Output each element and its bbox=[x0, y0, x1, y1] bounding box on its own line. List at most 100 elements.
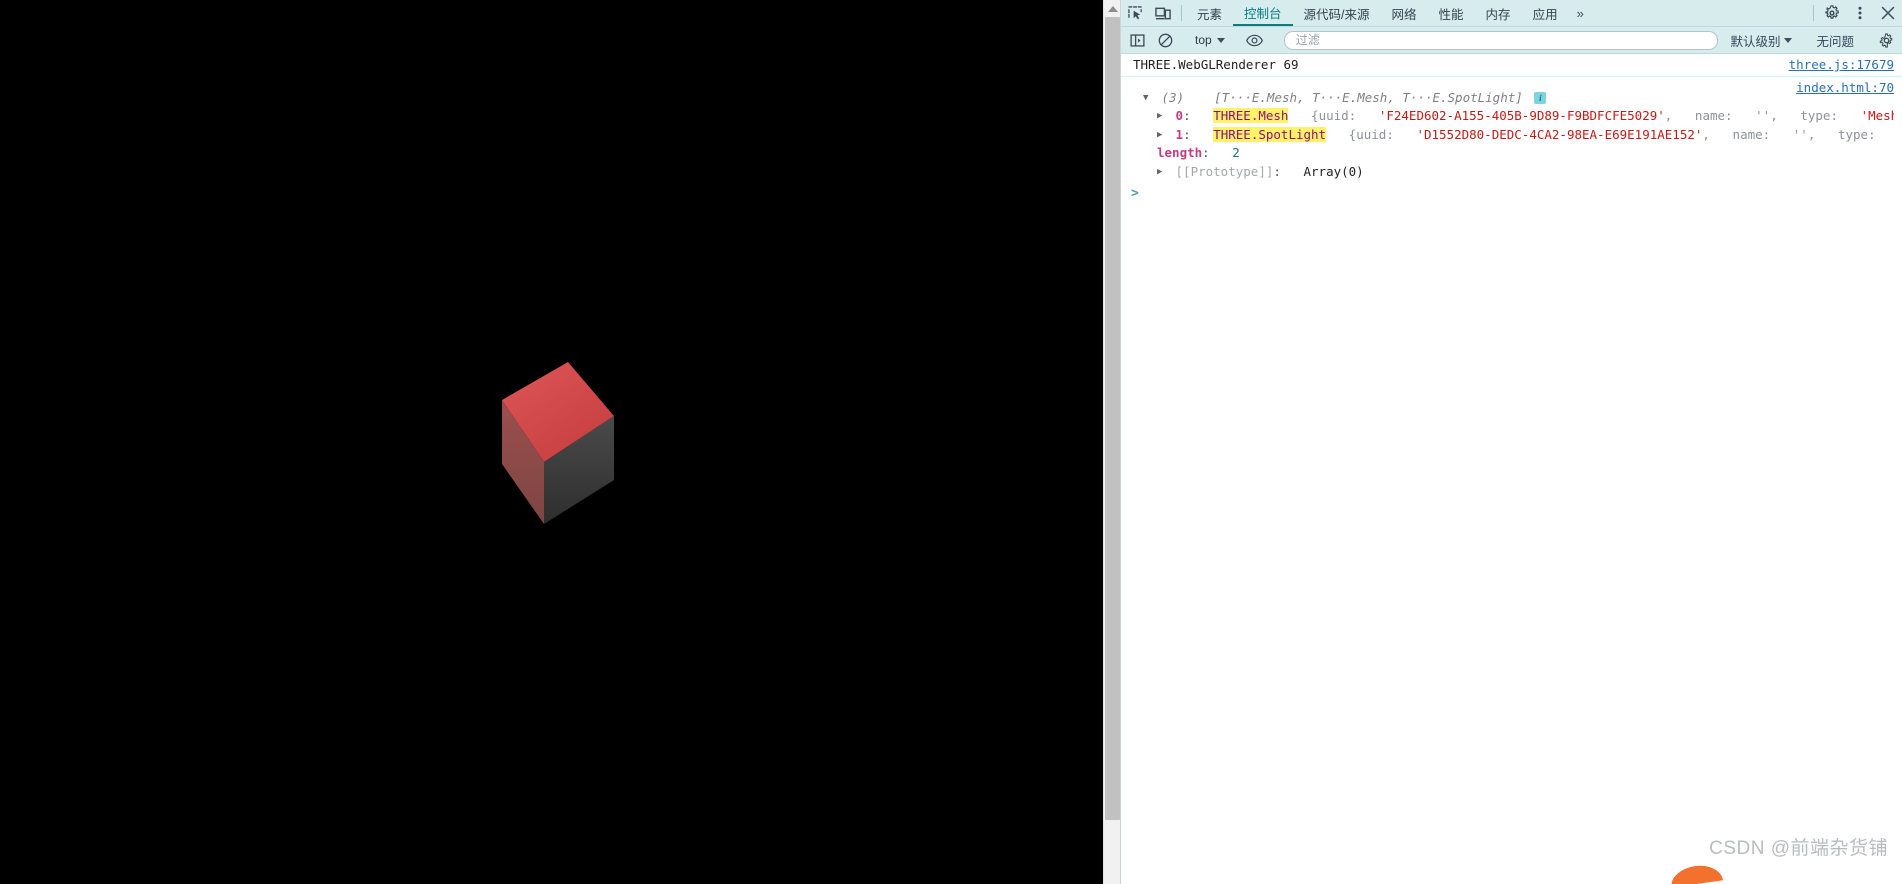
tab-network-label: 网络 bbox=[1391, 7, 1417, 22]
tab-elements[interactable]: 元素 bbox=[1186, 0, 1233, 26]
device-toolbar-icon[interactable] bbox=[1149, 0, 1177, 26]
console-message-list[interactable]: THREE.WebGLRenderer 69 three.js:17679 in… bbox=[1121, 54, 1902, 884]
object-brace: { bbox=[1311, 108, 1319, 123]
csdn-watermark: CSDN @前端杂货铺 bbox=[1709, 838, 1888, 859]
length-key: length bbox=[1157, 145, 1203, 160]
prop-value-type: 'Mesh' bbox=[1860, 108, 1894, 123]
console-prompt-row[interactable]: > bbox=[1121, 181, 1902, 204]
prototype-key: [[Prototype]] bbox=[1175, 163, 1274, 179]
three-js-cube bbox=[488, 352, 668, 562]
more-tabs-chevron-icon[interactable]: » bbox=[1569, 0, 1592, 26]
prop-key-uuid: uuid bbox=[1356, 126, 1387, 142]
console-filter-box[interactable] bbox=[1283, 30, 1719, 50]
page-scrollbar[interactable] bbox=[1103, 0, 1121, 884]
prop-key-type: type bbox=[1800, 108, 1831, 123]
tab-console[interactable]: 控制台 bbox=[1233, 0, 1293, 26]
decorative-orange-shape bbox=[1669, 862, 1723, 884]
array-prototype-row[interactable]: ▶ [[Prototype]]: Array(0) bbox=[1133, 163, 1894, 182]
object-class-name: THREE.Mesh bbox=[1213, 108, 1289, 123]
device-mode-icon bbox=[1155, 7, 1171, 19]
tab-elements-label: 元素 bbox=[1197, 7, 1223, 22]
clear-console-icon[interactable] bbox=[1151, 33, 1179, 48]
console-array-group[interactable]: index.html:70 ▼ (3) [T···E.Mesh, T···E.M… bbox=[1121, 77, 1902, 182]
inspect-element-icon[interactable] bbox=[1121, 0, 1149, 26]
more-tabs-label: » bbox=[1576, 5, 1584, 21]
gear-icon[interactable] bbox=[1818, 0, 1846, 26]
log-level-label: 默认级别 bbox=[1730, 34, 1781, 49]
page-viewport bbox=[0, 0, 1121, 884]
prototype-value: Array(0) bbox=[1303, 163, 1364, 179]
tabbar-divider bbox=[1181, 5, 1182, 21]
console-message-row[interactable]: THREE.WebGLRenderer 69 three.js:17679 bbox=[1121, 54, 1902, 77]
tab-performance-label: 性能 bbox=[1438, 7, 1464, 22]
tab-network[interactable]: 网络 bbox=[1381, 0, 1428, 26]
array-index: 1 bbox=[1175, 126, 1184, 142]
devtools-panel: 元素 控制台 源代码/来源 网络 性能 内存 应用 » top 过滤 默认级别 … bbox=[1120, 0, 1902, 884]
console-toolbar: top 默认级别 无问题 bbox=[1121, 27, 1902, 54]
filter-input[interactable] bbox=[1293, 32, 1709, 48]
expand-twisty-icon[interactable]: ▼ bbox=[1143, 93, 1154, 103]
tab-application[interactable]: 应用 bbox=[1522, 0, 1569, 26]
console-message-text: THREE.WebGLRenderer 69 bbox=[1133, 57, 1299, 72]
issues-status[interactable]: 无问题 bbox=[1807, 31, 1863, 50]
prop-value-uuid: 'D1552D80-DEDC-4CA2-98EA-E69E191AE152' bbox=[1416, 126, 1703, 142]
live-expression-eye-icon[interactable] bbox=[1241, 34, 1269, 47]
tab-sources-label: 源代码/来源 bbox=[1303, 7, 1370, 22]
prop-key-name: name bbox=[1694, 108, 1726, 123]
expand-twisty-icon[interactable]: ▶ bbox=[1157, 112, 1168, 121]
console-sidebar-icon[interactable] bbox=[1123, 33, 1151, 48]
prop-value-name: '' bbox=[1792, 126, 1808, 142]
info-badge-icon[interactable]: i bbox=[1534, 92, 1547, 104]
array-header-row[interactable]: ▼ (3) [T···E.Mesh, T···E.Mesh, T···E.Spo… bbox=[1133, 82, 1894, 108]
close-icon[interactable] bbox=[1874, 0, 1902, 26]
webgl-canvas[interactable] bbox=[0, 0, 1120, 884]
show-console-sidebar-icon bbox=[1129, 33, 1145, 47]
execution-context-label: top bbox=[1195, 33, 1212, 47]
tab-memory-label: 内存 bbox=[1485, 7, 1511, 22]
console-settings-gear-icon[interactable] bbox=[1872, 32, 1900, 48]
chevron-down-icon bbox=[1216, 37, 1225, 43]
cube-svg bbox=[502, 362, 614, 524]
settings-gear-icon bbox=[1825, 5, 1839, 19]
array-entry-row[interactable]: ▶ 1: THREE.SpotLight {uuid: 'D1552D80-DE… bbox=[1133, 126, 1894, 145]
console-prompt-chevron-icon: > bbox=[1131, 186, 1139, 201]
array-count: (3) bbox=[1161, 89, 1185, 105]
expand-twisty-icon[interactable]: ▶ bbox=[1157, 167, 1168, 177]
tabbar-divider-right bbox=[1813, 5, 1814, 21]
prop-key-uuid: uuid bbox=[1318, 108, 1349, 123]
prop-value-uuid: 'F24ED602-A155-405B-9D89-F9BDFCFE5029' bbox=[1378, 108, 1665, 123]
kebab-menu-icon bbox=[1858, 6, 1862, 20]
console-settings-icon bbox=[1879, 32, 1892, 48]
console-source-link[interactable]: three.js:17679 bbox=[1789, 58, 1894, 72]
log-level-chevron-down-icon bbox=[1784, 37, 1793, 43]
expand-twisty-icon[interactable]: ▶ bbox=[1157, 130, 1168, 140]
eye-icon bbox=[1246, 34, 1264, 46]
tab-console-label: 控制台 bbox=[1244, 6, 1282, 21]
array-length-row: length: 2 bbox=[1157, 145, 1240, 160]
scrollbar-up-arrow-icon[interactable] bbox=[1104, 0, 1121, 17]
array-preview: [T···E.Mesh, T···E.Mesh, T···E.SpotLight… bbox=[1214, 89, 1523, 105]
devtools-window: 元素 控制台 源代码/来源 网络 性能 内存 应用 » top 过滤 默认级别 … bbox=[0, 0, 1902, 884]
more-vertical-icon[interactable] bbox=[1846, 0, 1874, 26]
inspect-cursor-icon bbox=[1127, 5, 1142, 19]
object-class-name: THREE.SpotLight bbox=[1213, 126, 1327, 142]
execution-context-selector[interactable]: top bbox=[1188, 30, 1232, 51]
tab-memory[interactable]: 内存 bbox=[1475, 0, 1522, 26]
issues-label: 无问题 bbox=[1816, 34, 1854, 49]
devtools-tabbar: 元素 控制台 源代码/来源 网络 性能 内存 应用 » bbox=[1121, 0, 1902, 27]
array-entry-row[interactable]: ▶ 0: THREE.Mesh {uuid: 'F24ED602-A155-40… bbox=[1133, 107, 1894, 126]
length-value: 2 bbox=[1232, 145, 1240, 160]
tab-sources[interactable]: 源代码/来源 bbox=[1293, 0, 1381, 26]
tabbar-spacer bbox=[1592, 0, 1809, 26]
log-level-selector[interactable]: 默认级别 bbox=[1724, 30, 1798, 51]
close-devtools-icon bbox=[1881, 6, 1895, 20]
tab-application-label: 应用 bbox=[1532, 7, 1558, 22]
clear-console-slash-icon bbox=[1158, 33, 1172, 47]
prop-key-type: type bbox=[1837, 126, 1869, 142]
tab-performance[interactable]: 性能 bbox=[1428, 0, 1475, 26]
prop-value-name: '' bbox=[1755, 108, 1771, 123]
tabbar-right-actions bbox=[1809, 0, 1902, 26]
prop-key-name: name bbox=[1732, 126, 1763, 142]
scrollbar-thumb[interactable] bbox=[1105, 17, 1120, 820]
array-index: 0 bbox=[1175, 108, 1184, 123]
